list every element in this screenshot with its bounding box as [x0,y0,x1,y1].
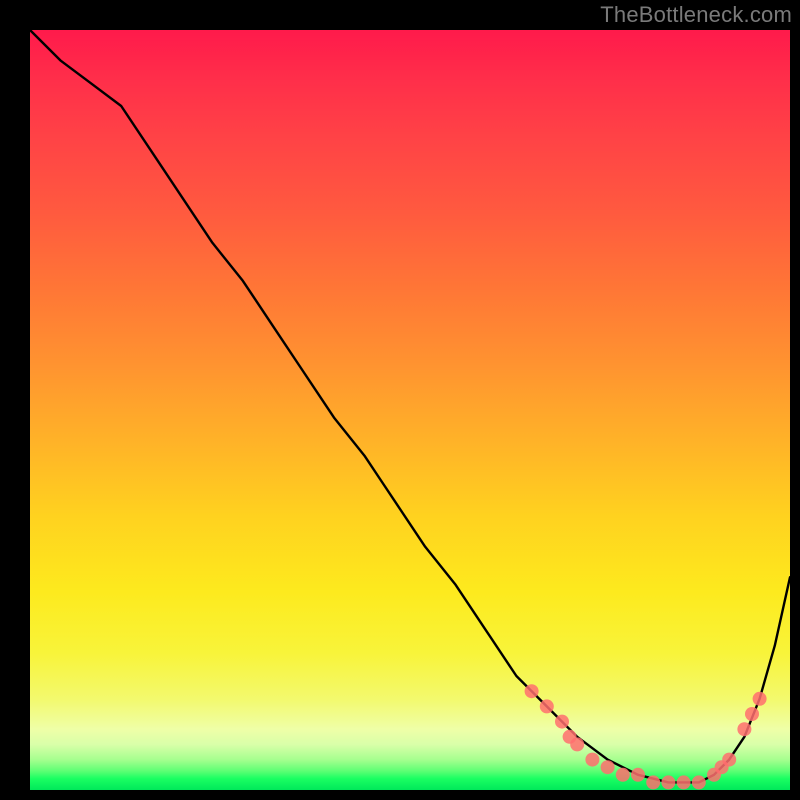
marker-dot [753,692,767,706]
marker-dot [601,760,615,774]
chart-overlay [30,30,790,790]
watermark-text: TheBottleneck.com [600,2,792,28]
marker-dot [616,768,630,782]
curve-line [30,30,790,782]
marker-dot [570,737,584,751]
marker-dot [540,699,554,713]
marker-dot [692,775,706,789]
marker-dot [646,775,660,789]
marker-dot [722,753,736,767]
marker-dot [661,775,675,789]
marker-group [525,684,767,789]
marker-dot [737,722,751,736]
marker-dot [585,753,599,767]
chart-frame: TheBottleneck.com [0,0,800,800]
marker-dot [555,715,569,729]
marker-dot [745,707,759,721]
marker-dot [677,775,691,789]
marker-dot [525,684,539,698]
marker-dot [631,768,645,782]
